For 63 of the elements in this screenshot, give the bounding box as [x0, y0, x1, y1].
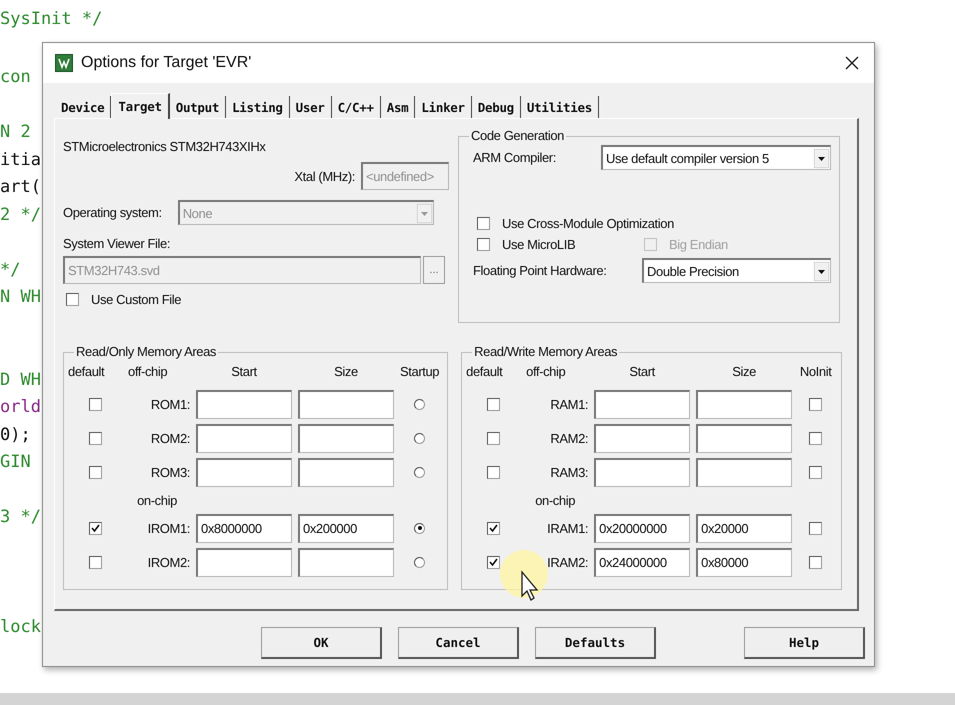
- row-label: RAM3:: [550, 464, 588, 480]
- column-header: Startup: [400, 364, 440, 378]
- group-title: Read/Only Memory Areas: [76, 344, 216, 359]
- checkbox-label: Big Endian: [669, 237, 728, 252]
- field-label: System Viewer File:: [63, 236, 172, 251]
- field-label: Floating Point Hardware:: [473, 263, 606, 278]
- code-line: itia: [0, 148, 41, 172]
- code-line: N 2: [0, 121, 31, 144]
- row-label: IRAM2:: [547, 554, 588, 570]
- dialog-button[interactable]: Cancel: [398, 627, 519, 659]
- field-label: ARM Compiler:: [473, 150, 556, 165]
- device-name: STMicroelectronics STM32H743XIHx: [63, 139, 266, 154]
- input-field[interactable]: 0x200000: [298, 514, 394, 542]
- checkbox-label: Use Custom File: [91, 292, 182, 307]
- row-label: IROM1:: [148, 520, 190, 536]
- dialog-button[interactable]: Defaults: [535, 627, 656, 659]
- group-title: Read/Write Memory Areas: [474, 344, 618, 359]
- row-label: RAM1:: [550, 396, 588, 412]
- dropdown[interactable]: Double Precision: [642, 258, 831, 283]
- row-label: ROM1:: [150, 396, 190, 412]
- code-line: 2 */: [0, 204, 41, 226]
- code-line: 0);: [0, 424, 31, 446]
- checkbox-label: Use Cross-Module Optimization: [502, 216, 674, 231]
- column-header: Size: [732, 364, 756, 378]
- code-line: art(: [0, 176, 41, 199]
- column-header: default: [68, 364, 104, 378]
- row-label: RAM2:: [550, 430, 588, 446]
- field-label: Operating system:: [63, 205, 162, 220]
- checkbox-label: Use MicroLIB: [502, 237, 576, 252]
- section-label: on-chip: [535, 492, 576, 508]
- dropdown[interactable]: Use default compiler version 5: [601, 145, 831, 170]
- group-title: Code Generation: [471, 128, 564, 143]
- input-field[interactable]: 0x8000000: [196, 514, 292, 542]
- dialog-button[interactable]: OK: [261, 627, 382, 659]
- code-line: orld: [0, 396, 41, 419]
- code-line: lock: [0, 616, 41, 639]
- input-field[interactable]: 0x24000000: [594, 548, 690, 576]
- code-line: */: [0, 258, 20, 282]
- row-label: ROM3:: [150, 464, 190, 480]
- code-line: N WH: [0, 286, 41, 309]
- window-title: Options for Target 'EVR': [81, 54, 252, 72]
- column-header: off-chip: [526, 364, 566, 378]
- column-header: Size: [334, 364, 358, 378]
- column-header: default: [466, 364, 502, 378]
- dialog-button[interactable]: Help: [744, 627, 865, 659]
- code-line: 3 */: [0, 506, 41, 529]
- field-label: Xtal (MHz):: [294, 168, 355, 184]
- column-header: Start: [231, 364, 257, 378]
- column-header: NoInit: [800, 364, 832, 378]
- input-field[interactable]: 0x20000: [696, 514, 792, 542]
- code-line: GIN: [0, 451, 31, 474]
- column-header: off-chip: [128, 364, 168, 378]
- row-label: IRAM1:: [547, 520, 588, 536]
- column-header: Start: [629, 364, 655, 378]
- input-field[interactable]: 0x80000: [696, 548, 792, 576]
- input-field[interactable]: 0x20000000: [594, 514, 690, 542]
- code-line: con: [0, 66, 31, 89]
- row-label: IROM2:: [148, 554, 190, 570]
- section-label: on-chip: [137, 492, 177, 508]
- code-line: SysInit */: [0, 9, 102, 29]
- tab[interactable]: Target: [111, 93, 170, 119]
- row-label: ROM2:: [150, 430, 190, 446]
- code-line: D WH: [0, 368, 41, 392]
